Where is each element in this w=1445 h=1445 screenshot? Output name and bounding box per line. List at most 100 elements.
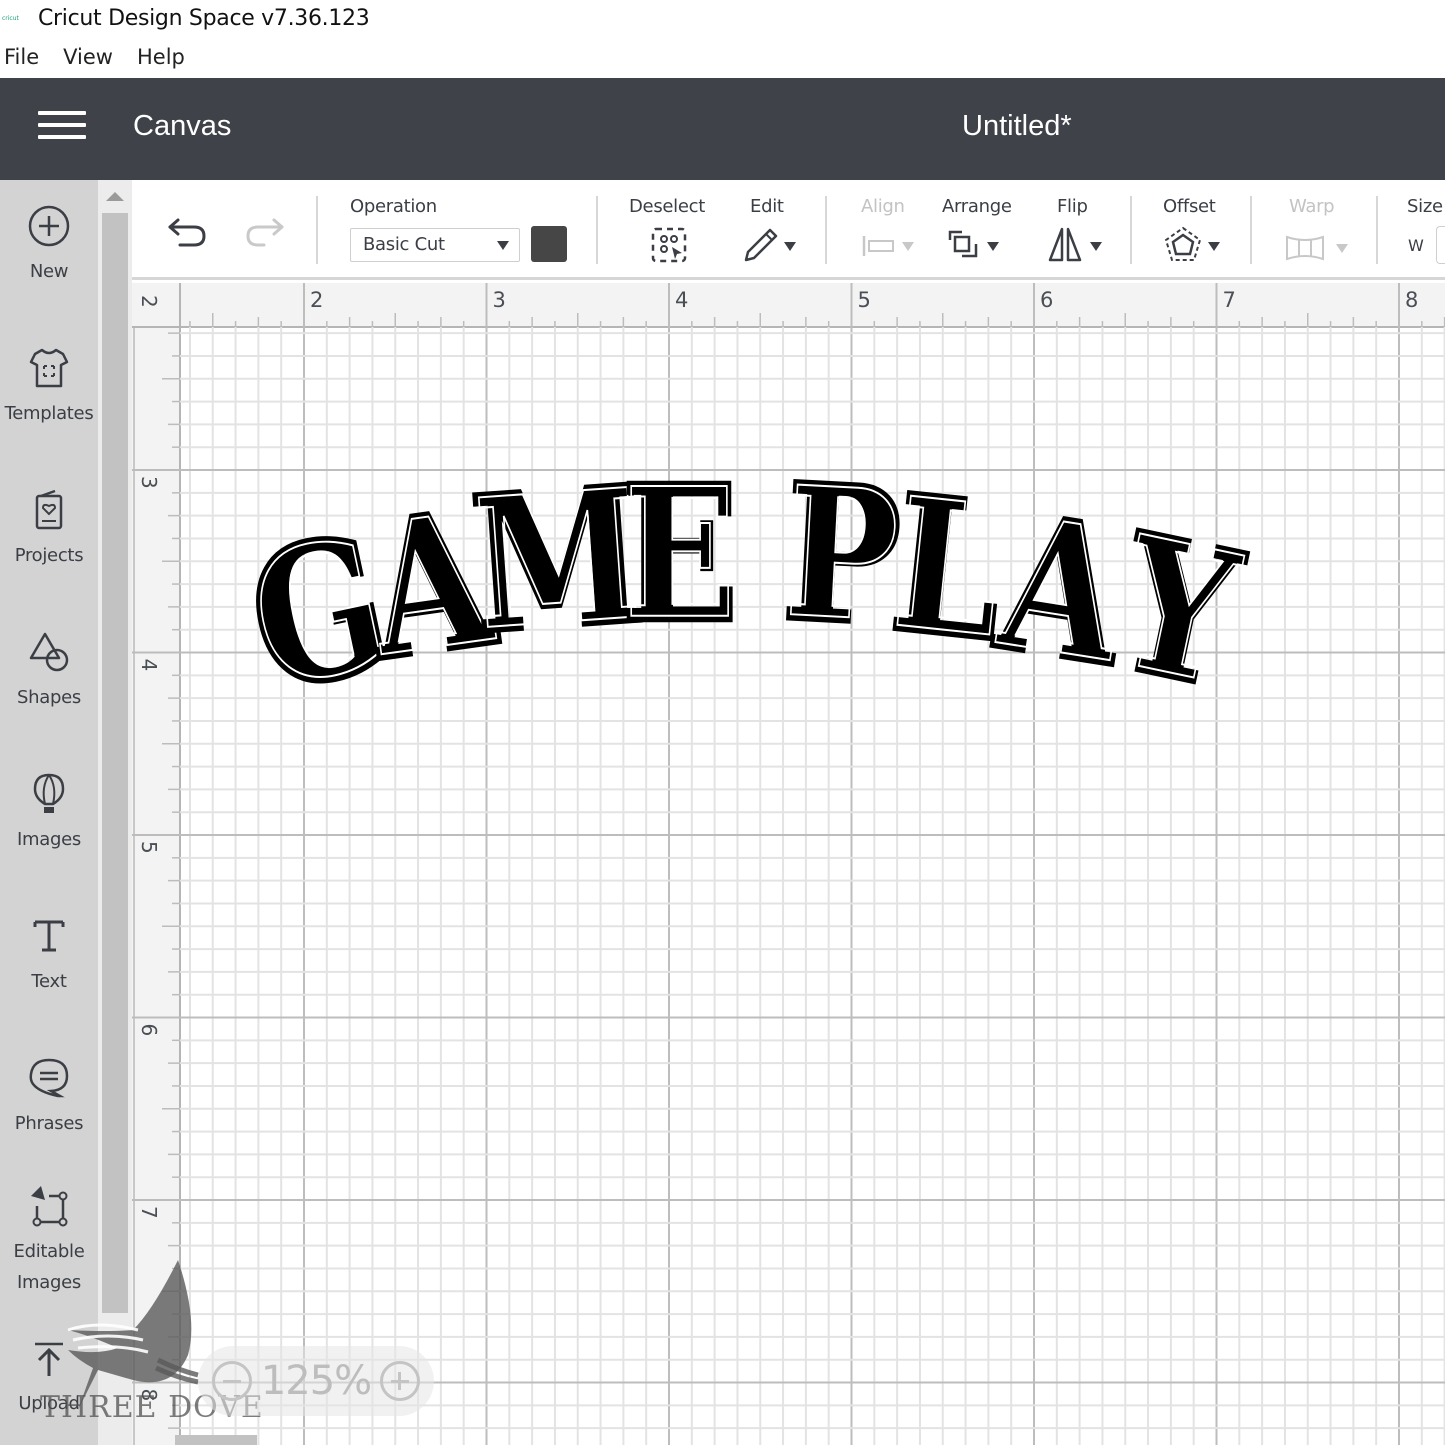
- plus-circle-icon: [28, 205, 70, 247]
- canvas-grid: 234567823456782GGAAMMEEPPLLAAYY: [132, 283, 1445, 1445]
- tshirt-icon: [29, 348, 69, 388]
- size-width-input[interactable]: [1436, 226, 1445, 264]
- sidebar-label: Templates: [4, 403, 94, 424]
- scrollbar-thumb[interactable]: [102, 213, 128, 1313]
- sidebar-item-templates[interactable]: Templates: [0, 346, 98, 429]
- sidebar-item-projects[interactable]: Projects: [0, 488, 98, 571]
- ruler-label-top: 4: [675, 288, 688, 312]
- ruler-label-left: 6: [137, 1024, 161, 1037]
- edit-toolbar: Operation Basic Cut Deselect Edit Align: [132, 180, 1445, 280]
- offset-label: Offset: [1163, 196, 1216, 217]
- editable-node-icon: [31, 1186, 68, 1227]
- sidebar-label: Shapes: [17, 687, 81, 708]
- design-letter-outline: M: [470, 450, 646, 670]
- operation-select[interactable]: Basic Cut: [350, 228, 520, 262]
- zoom-out-button[interactable]: [212, 1361, 252, 1401]
- sidebar-label: Text: [31, 971, 67, 992]
- sidebar-label: New: [29, 261, 69, 282]
- sidebar-label: Images: [17, 829, 81, 850]
- ruler-label-top: 5: [858, 288, 871, 312]
- sidebar-label: Editable Images: [13, 1241, 85, 1293]
- sidebar-label: Phrases: [14, 1113, 84, 1134]
- menu-file[interactable]: File: [4, 45, 39, 69]
- deselect-label: Deselect: [629, 196, 706, 217]
- warp-label: Warp: [1289, 196, 1335, 217]
- undo-icon[interactable]: [166, 216, 208, 250]
- arrange-icon[interactable]: [946, 228, 980, 262]
- flip-dropdown-caret[interactable]: [1090, 242, 1102, 251]
- left-ruler: [132, 283, 180, 1445]
- header-section-title: Canvas: [133, 110, 232, 142]
- title-bar: cricut Cricut Design Space v7.36.123: [0, 0, 1445, 36]
- hot-air-balloon-icon: [33, 773, 65, 813]
- ruler-label-left: 3: [137, 476, 161, 489]
- menu-help[interactable]: Help: [137, 45, 185, 69]
- ruler-label-top: 6: [1040, 288, 1053, 312]
- vertical-scrollbar[interactable]: [98, 180, 132, 1445]
- align-icon: [862, 236, 894, 256]
- operation-label: Operation: [350, 196, 437, 217]
- align-dropdown-caret: [902, 242, 914, 251]
- top-ruler: [132, 283, 1445, 327]
- speech-bubble-icon: [29, 1058, 69, 1098]
- app-header: Canvas Untitled*: [0, 78, 1445, 180]
- cricut-design-space-window: cricut Cricut Design Space v7.36.123 Fil…: [0, 0, 1445, 1445]
- ruler-label-left: 7: [137, 1206, 161, 1219]
- sidebar-label: Projects: [14, 545, 84, 566]
- sidebar-item-text[interactable]: Text: [0, 914, 98, 997]
- zoom-level: 125%: [260, 1358, 372, 1404]
- ruler-label-top: 8: [1405, 288, 1418, 312]
- flip-icon[interactable]: [1048, 226, 1082, 264]
- ruler-label-top: 2: [310, 288, 323, 312]
- menu-view[interactable]: View: [63, 45, 113, 69]
- sidebar-item-shapes[interactable]: Shapes: [0, 630, 98, 713]
- sidebar-item-phrases[interactable]: Phrases: [0, 1056, 98, 1139]
- ruler-label-left: 8: [137, 1389, 161, 1402]
- zoom-in-button[interactable]: [379, 1361, 420, 1401]
- horizontal-scrollbar-thumb[interactable]: [175, 1435, 257, 1445]
- ruler-label-left: 5: [137, 841, 161, 854]
- document-title[interactable]: Untitled*: [962, 110, 1072, 143]
- arrange-dropdown-caret[interactable]: [987, 242, 999, 251]
- sidebar-item-upload[interactable]: Upload: [0, 1340, 98, 1419]
- design-letter-outline: E: [624, 450, 735, 659]
- sidebar-item-new[interactable]: New: [0, 204, 98, 287]
- operation-color-swatch[interactable]: [531, 226, 567, 262]
- redo-icon[interactable]: [244, 216, 286, 250]
- zoom-control: 125%: [198, 1346, 434, 1416]
- warp-dropdown-caret: [1336, 244, 1348, 253]
- pencil-icon[interactable]: [744, 226, 780, 264]
- offset-icon[interactable]: [1164, 226, 1202, 264]
- size-width-label: W: [1408, 236, 1424, 255]
- triangle-circle-icon: [29, 632, 69, 672]
- ruler-label-top: 3: [493, 288, 506, 312]
- sidebar-item-editable-images[interactable]: Editable Images: [0, 1184, 98, 1298]
- flip-label: Flip: [1057, 196, 1088, 217]
- design-letter-outline: P: [782, 448, 903, 662]
- scroll-up-arrow-icon[interactable]: [106, 192, 124, 201]
- offset-dropdown-caret[interactable]: [1208, 242, 1220, 251]
- warp-icon: [1286, 235, 1324, 261]
- size-label: Size: [1407, 196, 1443, 217]
- sidebar-item-images[interactable]: Images: [0, 772, 98, 855]
- edit-label: Edit: [750, 196, 784, 217]
- arrange-label: Arrange: [942, 196, 1012, 217]
- app-logo: cricut: [2, 14, 19, 22]
- window-title: Cricut Design Space v7.36.123: [38, 5, 370, 31]
- menu-bar: File View Help: [0, 38, 205, 76]
- card-heart-icon: [35, 489, 63, 530]
- design-canvas[interactable]: 234567823456782GGAAMMEEPPLLAAYY: [132, 283, 1445, 1445]
- sidebar-label: Upload: [18, 1393, 80, 1414]
- upload-icon: [35, 1342, 63, 1376]
- ruler-label-top: 7: [1223, 288, 1236, 312]
- chevron-down-icon: [497, 241, 509, 250]
- align-label: Align: [861, 196, 905, 217]
- operation-select-value: Basic Cut: [363, 234, 445, 255]
- edit-dropdown-caret[interactable]: [784, 242, 796, 251]
- left-sidebar: New Templates Projects Shapes Images Tex…: [0, 180, 98, 1445]
- hamburger-icon[interactable]: [38, 111, 86, 143]
- deselect-icon[interactable]: [650, 226, 688, 264]
- ruler-label-left: 4: [137, 659, 161, 672]
- text-t-icon: [33, 920, 65, 952]
- ruler-label-left: 2: [137, 295, 161, 308]
